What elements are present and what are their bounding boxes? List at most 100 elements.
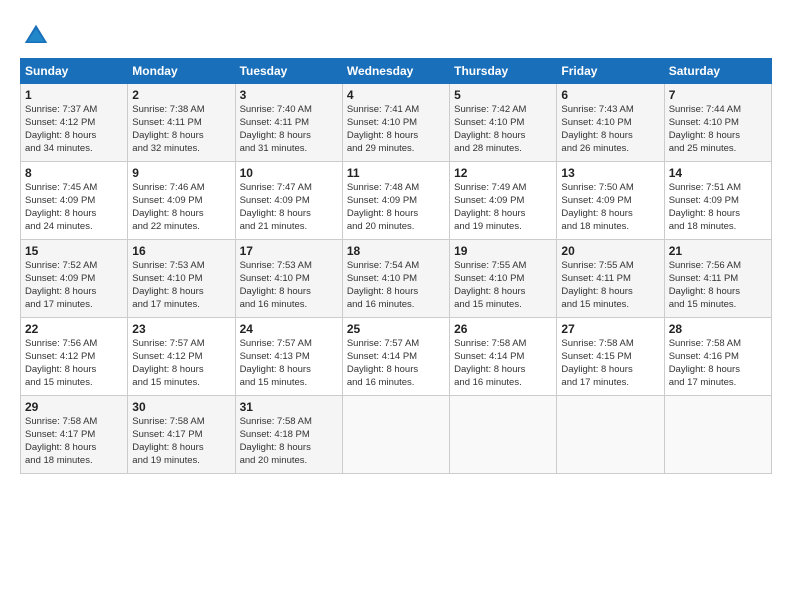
calendar-week-2: 8Sunrise: 7:45 AMSunset: 4:09 PMDaylight…	[21, 162, 772, 240]
day-info-line: Daylight: 8 hours	[347, 364, 445, 377]
day-info-line: Sunset: 4:10 PM	[132, 273, 230, 286]
day-info-line: and 15 minutes.	[132, 377, 230, 390]
day-number: 25	[347, 321, 445, 337]
day-info-line: Sunrise: 7:58 AM	[561, 338, 659, 351]
day-info-line: Sunrise: 7:55 AM	[454, 260, 552, 273]
day-number: 22	[25, 321, 123, 337]
day-info-line: Sunset: 4:11 PM	[669, 273, 767, 286]
day-number: 23	[132, 321, 230, 337]
day-info-line: and 17 minutes.	[132, 299, 230, 312]
day-info-line: Daylight: 8 hours	[561, 286, 659, 299]
day-info-line: Daylight: 8 hours	[240, 286, 338, 299]
weekday-friday: Friday	[557, 59, 664, 84]
day-info-line: Daylight: 8 hours	[132, 442, 230, 455]
day-info-line: Sunrise: 7:48 AM	[347, 182, 445, 195]
day-info-line: Daylight: 8 hours	[132, 130, 230, 143]
day-info-line: Sunset: 4:09 PM	[669, 195, 767, 208]
day-info-line: Sunrise: 7:38 AM	[132, 104, 230, 117]
calendar-cell: 24Sunrise: 7:57 AMSunset: 4:13 PMDayligh…	[235, 318, 342, 396]
day-info-line: Sunrise: 7:41 AM	[347, 104, 445, 117]
weekday-thursday: Thursday	[450, 59, 557, 84]
day-info-line: Sunrise: 7:54 AM	[347, 260, 445, 273]
day-info-line: Sunrise: 7:49 AM	[454, 182, 552, 195]
day-number: 15	[25, 243, 123, 259]
day-info-line: Sunset: 4:10 PM	[347, 273, 445, 286]
day-info-line: Sunrise: 7:47 AM	[240, 182, 338, 195]
day-info-line: Daylight: 8 hours	[454, 364, 552, 377]
weekday-sunday: Sunday	[21, 59, 128, 84]
day-number: 2	[132, 87, 230, 103]
calendar-cell: 22Sunrise: 7:56 AMSunset: 4:12 PMDayligh…	[21, 318, 128, 396]
day-info-line: and 15 minutes.	[669, 299, 767, 312]
calendar-cell	[557, 396, 664, 474]
calendar-cell: 30Sunrise: 7:58 AMSunset: 4:17 PMDayligh…	[128, 396, 235, 474]
day-number: 28	[669, 321, 767, 337]
day-info-line: Sunset: 4:14 PM	[454, 351, 552, 364]
day-info-line: Sunrise: 7:57 AM	[132, 338, 230, 351]
day-number: 29	[25, 399, 123, 415]
weekday-saturday: Saturday	[664, 59, 771, 84]
day-info-line: Sunset: 4:10 PM	[669, 117, 767, 130]
day-info-line: Sunset: 4:09 PM	[454, 195, 552, 208]
day-info-line: and 28 minutes.	[454, 143, 552, 156]
day-info-line: Sunrise: 7:44 AM	[669, 104, 767, 117]
day-number: 16	[132, 243, 230, 259]
day-number: 12	[454, 165, 552, 181]
day-info-line: Daylight: 8 hours	[669, 208, 767, 221]
day-info-line: Sunset: 4:09 PM	[240, 195, 338, 208]
logo	[20, 22, 50, 50]
day-info-line: and 16 minutes.	[347, 299, 445, 312]
day-info-line: and 19 minutes.	[132, 455, 230, 468]
day-info-line: Daylight: 8 hours	[25, 286, 123, 299]
day-info-line: Sunset: 4:13 PM	[240, 351, 338, 364]
day-info-line: Sunset: 4:14 PM	[347, 351, 445, 364]
day-info-line: Sunset: 4:17 PM	[132, 429, 230, 442]
day-number: 27	[561, 321, 659, 337]
calendar-cell: 7Sunrise: 7:44 AMSunset: 4:10 PMDaylight…	[664, 84, 771, 162]
day-info-line: Sunset: 4:12 PM	[132, 351, 230, 364]
day-info-line: Daylight: 8 hours	[25, 442, 123, 455]
day-info-line: and 24 minutes.	[25, 221, 123, 234]
day-info-line: Daylight: 8 hours	[240, 208, 338, 221]
day-info-line: and 15 minutes.	[25, 377, 123, 390]
day-number: 14	[669, 165, 767, 181]
logo-icon	[22, 22, 50, 50]
header	[20, 18, 772, 50]
calendar-cell: 18Sunrise: 7:54 AMSunset: 4:10 PMDayligh…	[342, 240, 449, 318]
calendar-cell: 8Sunrise: 7:45 AMSunset: 4:09 PMDaylight…	[21, 162, 128, 240]
day-info-line: Sunrise: 7:43 AM	[561, 104, 659, 117]
calendar-cell: 19Sunrise: 7:55 AMSunset: 4:10 PMDayligh…	[450, 240, 557, 318]
day-number: 1	[25, 87, 123, 103]
day-info-line: Sunrise: 7:50 AM	[561, 182, 659, 195]
calendar-cell	[342, 396, 449, 474]
day-info-line: and 16 minutes.	[240, 299, 338, 312]
day-info-line: Daylight: 8 hours	[132, 364, 230, 377]
day-info-line: Daylight: 8 hours	[347, 286, 445, 299]
calendar-cell: 12Sunrise: 7:49 AMSunset: 4:09 PMDayligh…	[450, 162, 557, 240]
calendar-cell: 15Sunrise: 7:52 AMSunset: 4:09 PMDayligh…	[21, 240, 128, 318]
day-info-line: Sunset: 4:09 PM	[25, 195, 123, 208]
day-info-line: Daylight: 8 hours	[25, 130, 123, 143]
day-info-line: and 21 minutes.	[240, 221, 338, 234]
calendar-table: SundayMondayTuesdayWednesdayThursdayFrid…	[20, 58, 772, 474]
calendar-cell: 14Sunrise: 7:51 AMSunset: 4:09 PMDayligh…	[664, 162, 771, 240]
calendar-cell: 4Sunrise: 7:41 AMSunset: 4:10 PMDaylight…	[342, 84, 449, 162]
day-info-line: Sunset: 4:18 PM	[240, 429, 338, 442]
calendar-cell: 13Sunrise: 7:50 AMSunset: 4:09 PMDayligh…	[557, 162, 664, 240]
day-info-line: and 34 minutes.	[25, 143, 123, 156]
day-info-line: Daylight: 8 hours	[669, 364, 767, 377]
day-info-line: Sunrise: 7:58 AM	[669, 338, 767, 351]
day-info-line: and 32 minutes.	[132, 143, 230, 156]
calendar-cell: 28Sunrise: 7:58 AMSunset: 4:16 PMDayligh…	[664, 318, 771, 396]
calendar-week-1: 1Sunrise: 7:37 AMSunset: 4:12 PMDaylight…	[21, 84, 772, 162]
calendar-week-4: 22Sunrise: 7:56 AMSunset: 4:12 PMDayligh…	[21, 318, 772, 396]
day-info-line: Sunrise: 7:51 AM	[669, 182, 767, 195]
day-info-line: Sunset: 4:12 PM	[25, 117, 123, 130]
calendar-cell: 25Sunrise: 7:57 AMSunset: 4:14 PMDayligh…	[342, 318, 449, 396]
day-info-line: and 20 minutes.	[347, 221, 445, 234]
day-number: 19	[454, 243, 552, 259]
calendar-cell: 16Sunrise: 7:53 AMSunset: 4:10 PMDayligh…	[128, 240, 235, 318]
weekday-tuesday: Tuesday	[235, 59, 342, 84]
day-info-line: Sunrise: 7:45 AM	[25, 182, 123, 195]
day-info-line: and 18 minutes.	[669, 221, 767, 234]
